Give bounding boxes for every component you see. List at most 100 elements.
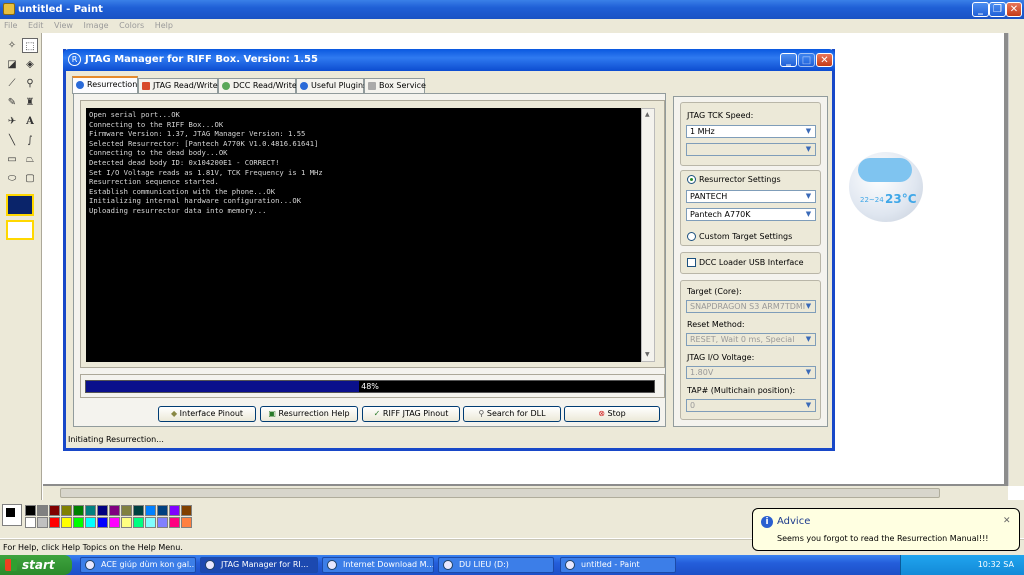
custom-target-radio[interactable] <box>687 232 696 241</box>
taskbar-item-jtag[interactable]: JTAG Manager for RI... <box>200 557 318 573</box>
tab-resurrection[interactable]: Resurrection <box>72 76 138 94</box>
tab-dcc-read-write[interactable]: DCC Read/Write <box>218 78 297 93</box>
tab-useful-plugins[interactable]: Useful Plugins <box>296 78 367 93</box>
plugin-info-icon <box>300 82 308 90</box>
info-icon <box>76 81 84 89</box>
menu-file[interactable]: File <box>4 21 17 30</box>
picker-icon[interactable]: ⟋ <box>4 76 20 91</box>
palette-swatch[interactable] <box>109 505 120 516</box>
riff-jtag-pinout-button[interactable]: ✓ RIFF JTAG Pinout <box>362 406 460 422</box>
palette-swatch[interactable] <box>121 517 132 528</box>
tap-dropdown: 0 ▼ <box>686 399 816 412</box>
palette-swatch[interactable] <box>73 517 84 528</box>
resurrector-settings-radio[interactable] <box>687 175 696 184</box>
paint-status-text: For Help, click Help Topics on the Help … <box>3 543 183 552</box>
tab-jtag-read-write[interactable]: JTAG Read/Write <box>138 78 218 93</box>
jtag-close-button[interactable]: ✕ <box>816 53 833 67</box>
palette-swatch[interactable] <box>85 517 96 528</box>
menu-image[interactable]: Image <box>84 21 109 30</box>
polygon-icon[interactable]: ⏢ <box>22 152 38 167</box>
palette-swatch[interactable] <box>25 517 36 528</box>
target-dropdown: SNAPDRAGON S3 ARM7TDMI ▼ <box>686 300 816 313</box>
interface-pinout-button[interactable]: ◆ Interface Pinout <box>158 406 256 422</box>
palette-swatch[interactable] <box>61 517 72 528</box>
model-dropdown[interactable]: Pantech A770K ▼ <box>686 208 816 221</box>
manufacturer-dropdown[interactable]: PANTECH ▼ <box>686 190 816 203</box>
horizontal-scroll-thumb[interactable] <box>60 488 940 498</box>
ellipse-icon[interactable]: ⬭ <box>4 171 20 186</box>
palette-swatch[interactable] <box>133 517 144 528</box>
foreground-color <box>6 508 15 517</box>
paint-maximize-button[interactable]: ❐ <box>989 2 1006 17</box>
paint-toolbox: ✧ ⬚ ◪ ◈ ⟋ ⚲ ✎ ♜ ✈ A ╲ ∫ ▭ ⏢ ⬭ ▢ <box>0 33 42 500</box>
palette-swatch[interactable] <box>157 517 168 528</box>
rect-select-icon[interactable]: ⬚ <box>22 38 38 53</box>
tab-box-service[interactable]: Box Service <box>364 78 426 93</box>
pencil-icon[interactable]: ✎ <box>4 95 20 110</box>
magnifier-icon[interactable]: ⚲ <box>22 76 38 91</box>
palette-swatch[interactable] <box>169 505 180 516</box>
log-console[interactable]: Open serial port...OK Connecting to the R… <box>86 108 641 362</box>
line-icon[interactable]: ╲ <box>4 133 20 148</box>
rectangle-icon[interactable]: ▭ <box>4 152 20 167</box>
curve-icon[interactable]: ∫ <box>22 133 38 148</box>
palette-swatch[interactable] <box>181 505 192 516</box>
custom-target-label: Custom Target Settings <box>699 232 793 241</box>
palette-swatch[interactable] <box>145 517 156 528</box>
palette-swatch[interactable] <box>145 505 156 516</box>
taskbar-item-idm[interactable]: Internet Download M... <box>322 557 434 573</box>
resurrection-help-button[interactable]: ▣ Resurrection Help <box>260 406 358 422</box>
console-scrollbar[interactable]: ▲ ▼ <box>641 108 655 362</box>
palette-swatch[interactable] <box>121 505 132 516</box>
advice-title: Advice <box>777 516 811 527</box>
taskbar-item-paint[interactable]: untitled - Paint <box>560 557 676 573</box>
menu-view[interactable]: View <box>54 21 73 30</box>
palette-swatch[interactable] <box>73 505 84 516</box>
paint-close-button[interactable]: ✕ <box>1006 2 1022 17</box>
palette-swatch[interactable] <box>157 505 168 516</box>
palette-swatch[interactable] <box>49 517 60 528</box>
palette-swatch[interactable] <box>85 505 96 516</box>
opaque-option-icon[interactable] <box>6 194 34 216</box>
vertical-scrollbar[interactable] <box>1008 33 1024 486</box>
eraser-icon[interactable]: ◪ <box>4 57 20 72</box>
scroll-down-icon[interactable]: ▼ <box>645 351 650 358</box>
palette-swatch[interactable] <box>169 517 180 528</box>
palette-swatch[interactable] <box>133 505 144 516</box>
jtag-titlebar: JTAG Manager for RIFF Box. Version: 1.55 <box>63 49 835 71</box>
chevron-down-icon: ▼ <box>805 335 812 343</box>
palette-swatch[interactable] <box>49 505 60 516</box>
palette-swatch[interactable] <box>97 517 108 528</box>
menu-edit[interactable]: Edit <box>28 21 44 30</box>
palette-swatch[interactable] <box>97 505 108 516</box>
dcc-checkbox[interactable] <box>687 258 696 267</box>
brush-icon[interactable]: ♜ <box>22 95 38 110</box>
palette-swatch[interactable] <box>25 505 36 516</box>
paint-minimize-button[interactable]: _ <box>972 2 989 17</box>
palette-swatch[interactable] <box>109 517 120 528</box>
palette-swatch[interactable] <box>37 517 48 528</box>
scroll-up-icon[interactable]: ▲ <box>645 111 650 118</box>
paint-title: untitled - Paint <box>18 4 103 15</box>
advice-balloon[interactable] <box>752 508 1020 551</box>
text-tool-icon[interactable]: A <box>22 114 38 129</box>
jtag-minimize-button[interactable]: _ <box>780 53 797 67</box>
fill-icon[interactable]: ◈ <box>22 57 38 72</box>
menu-colors[interactable]: Colors <box>119 21 144 30</box>
taskbar-item-folder[interactable]: DU LIEU (D:) <box>438 557 554 573</box>
taskbar-item-browser[interactable]: ACE giúp dùm kon gal... <box>80 557 196 573</box>
rounded-rect-icon[interactable]: ▢ <box>22 171 38 186</box>
stop-button[interactable]: ⊗ Stop <box>564 406 660 422</box>
palette-swatch[interactable] <box>37 505 48 516</box>
palette-swatch[interactable] <box>181 517 192 528</box>
free-select-icon[interactable]: ✧ <box>4 38 20 53</box>
airbrush-icon[interactable]: ✈ <box>4 114 20 129</box>
app-icon <box>443 560 453 570</box>
search-dll-button[interactable]: ⚲ Search for DLL <box>463 406 561 422</box>
menu-help[interactable]: Help <box>155 21 173 30</box>
transparent-option-icon[interactable] <box>6 220 34 240</box>
palette-swatch[interactable] <box>61 505 72 516</box>
clock[interactable]: 10:32 SA <box>978 560 1014 569</box>
close-icon[interactable]: ✕ <box>1003 516 1011 526</box>
tck-speed-dropdown[interactable]: 1 MHz ▼ <box>686 125 816 138</box>
